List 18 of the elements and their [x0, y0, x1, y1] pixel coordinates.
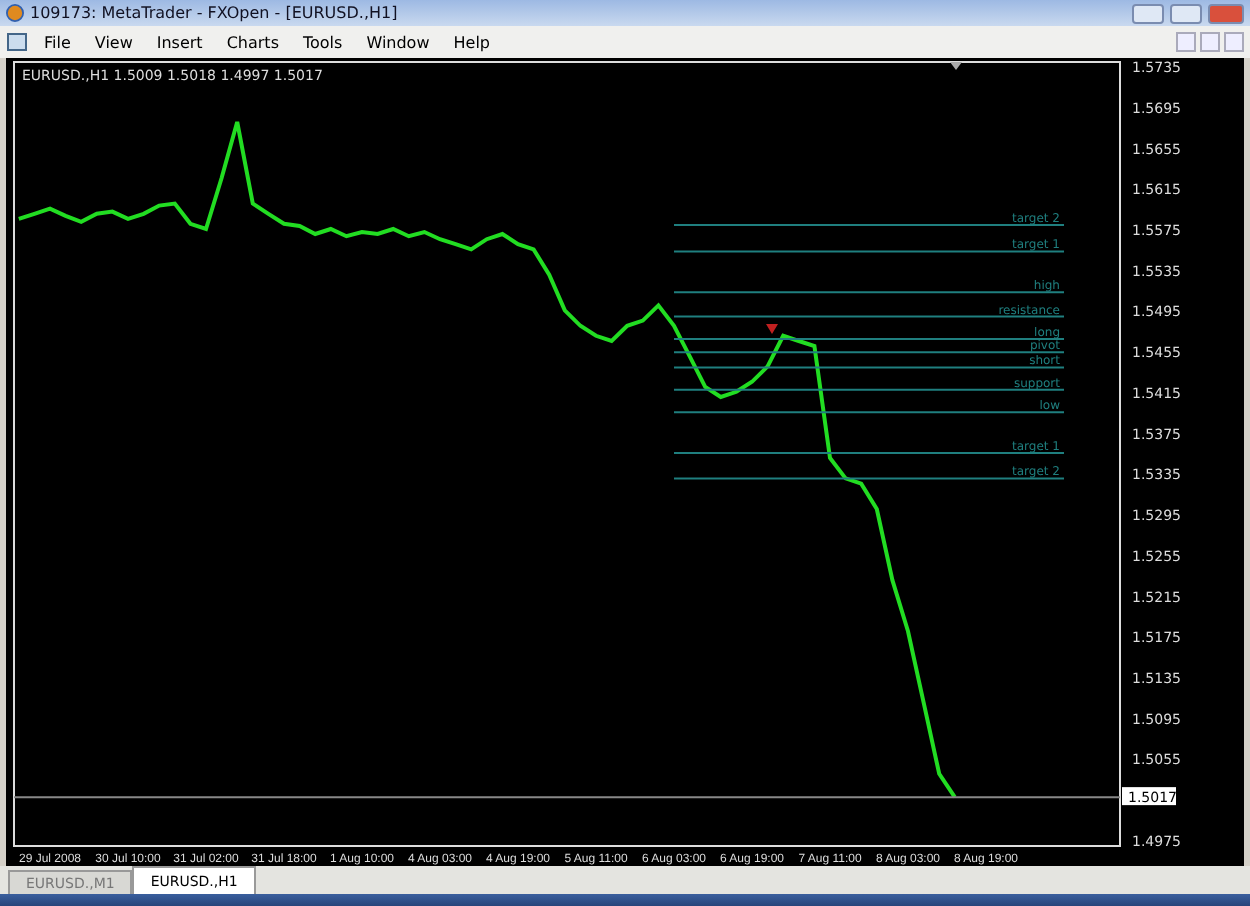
minimize-button[interactable]: [1176, 32, 1196, 52]
menu-item[interactable]: File: [32, 33, 83, 51]
menu-item[interactable]: Insert: [144, 33, 215, 51]
menu-item[interactable]: Charts: [214, 33, 291, 51]
menu-item[interactable]: Help: [441, 33, 502, 51]
menu-item[interactable]: Tools: [290, 33, 355, 51]
document-icon: [6, 32, 28, 52]
window-title: 109173: MetaTrader - FXOpen - [EURUSD.,H1]: [30, 4, 400, 22]
arrow-icon: [766, 324, 778, 334]
restore-button[interactable]: [1200, 32, 1220, 52]
menu-item[interactable]: View: [82, 33, 145, 51]
close-button[interactable]: [1208, 3, 1244, 23]
minimize-button[interactable]: [1132, 3, 1164, 23]
close-button[interactable]: [1224, 32, 1244, 52]
maximize-button[interactable]: [1170, 3, 1202, 23]
menu-item[interactable]: Window: [354, 33, 442, 51]
app-icon: [6, 4, 24, 22]
shift-marker-icon: [950, 62, 962, 70]
